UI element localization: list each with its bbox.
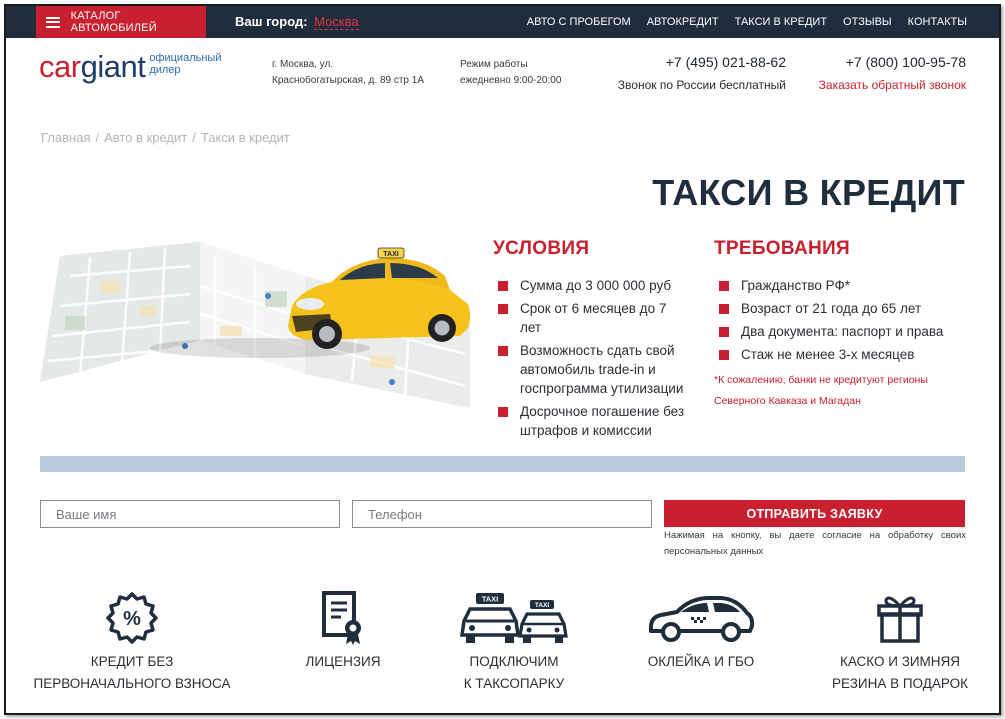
breadcrumb-separator: / bbox=[192, 130, 196, 145]
list-item: Стаж не менее 3-х месяцев bbox=[717, 345, 967, 364]
menu-icon bbox=[46, 16, 60, 28]
breadcrumb-current: Такси в кредит bbox=[200, 130, 290, 145]
callback-link[interactable]: Заказать обратный звонок bbox=[806, 78, 966, 92]
percent-badge-icon: % bbox=[32, 588, 232, 648]
region-note: *К сожалению, банки не кредитуют регионы… bbox=[714, 374, 928, 407]
list-item: Возраст от 21 года до 65 лет bbox=[717, 299, 967, 318]
logo-giant-text: giant bbox=[80, 49, 146, 84]
name-input[interactable] bbox=[40, 500, 340, 528]
logo-car-text: car bbox=[39, 49, 81, 84]
feature-no-down-payment: % КРЕДИТ БЕЗ ПЕРВОНАЧАЛЬНОГО ВЗНОСА bbox=[32, 588, 232, 695]
catalog-button[interactable]: КАТАЛОГ АВТОМОБИЛЕЙ bbox=[36, 6, 206, 38]
address-line-1: г. Москва, ул. bbox=[272, 59, 334, 70]
phone-block-2: +7 (800) 100-95-78 Заказать обратный зво… bbox=[806, 52, 966, 92]
nav-item-taxi-loan[interactable]: ТАКСИ В КРЕДИТ bbox=[735, 16, 827, 28]
catalog-label: КАТАЛОГ АВТОМОБИЛЕЙ bbox=[70, 10, 157, 34]
city-prefix: Ваш город: bbox=[235, 14, 308, 29]
list-item: Два документа: паспорт и права bbox=[717, 322, 967, 341]
feature-label-line-2: РЕЗИНА В ПОДАРОК bbox=[832, 676, 968, 691]
breadcrumb-home[interactable]: Главная bbox=[41, 130, 90, 145]
page-frame: КАТАЛОГ АВТОМОБИЛЕЙ Ваш город: Москва АВ… bbox=[4, 4, 1001, 715]
hours-line-2: ежедневно 9:00-20:00 bbox=[460, 75, 562, 86]
hours-line-1: Режим работы bbox=[460, 59, 528, 70]
phone-1-caption: Звонок по России бесплатный bbox=[617, 78, 786, 92]
phone-number-1[interactable]: +7 (495) 021-88-62 bbox=[616, 52, 786, 72]
license-certificate-icon bbox=[283, 588, 403, 648]
feature-label-line-2: К ТАКСОПАРКУ bbox=[463, 676, 565, 691]
nav-item-reviews[interactable]: ОТЗЫВЫ bbox=[843, 16, 892, 28]
city-link[interactable]: Москва bbox=[314, 14, 359, 30]
submit-application-button[interactable]: ОТПРАВИТЬ ЗАЯВКУ bbox=[664, 500, 965, 527]
city-selector: Ваш город: Москва bbox=[235, 14, 359, 30]
feature-label-line-1: ПОДКЛЮЧИМ bbox=[469, 654, 559, 669]
list-item: Досрочное погашение без штрафов и комисс… bbox=[496, 402, 691, 440]
requirements-title: ТРЕБОВАНИЯ bbox=[714, 238, 850, 259]
feature-label-line-2: ПЕРВОНАЧАЛЬНОГО ВЗНОСА bbox=[33, 676, 231, 691]
list-item: Сумма до 3 000 000 руб bbox=[496, 276, 691, 295]
top-nav-bar: КАТАЛОГ АВТОМОБИЛЕЙ Ваш город: Москва АВ… bbox=[6, 6, 999, 38]
feature-wrap-gbo: ОКЛЕЙКА И ГБО bbox=[636, 588, 766, 673]
taxi-sign-text-small: TAXI bbox=[535, 602, 550, 609]
feature-label-line-1: ОКЛЕЙКА И ГБО bbox=[647, 654, 755, 669]
svg-text:%: % bbox=[123, 608, 141, 630]
logo-sub-line-2: дилер bbox=[149, 64, 181, 76]
breadcrumb: Главная / Авто в кредит / Такси в кредит bbox=[41, 130, 290, 145]
address-line-2: Краснобогатырская, д. 89 стр 1А bbox=[272, 75, 424, 86]
page-title: ТАКСИ В КРЕДИТ bbox=[652, 172, 965, 213]
feature-casco-tires: КАСКО И ЗИМНЯЯ РЕЗИНА В ПОДАРОК bbox=[820, 588, 980, 695]
taxi-sign-text-large: TAXI bbox=[482, 595, 499, 604]
main-nav: АВТО С ПРОБЕГОМ АВТОКРЕДИТ ТАКСИ В КРЕДИ… bbox=[527, 16, 967, 28]
phone-number-2[interactable]: +7 (800) 100-95-78 bbox=[806, 52, 966, 72]
conditions-list: Сумма до 3 000 000 руб Срок от 6 месяцев… bbox=[496, 276, 691, 444]
divider-bar bbox=[40, 456, 965, 472]
logo-sub-line-1: официальный bbox=[149, 52, 222, 64]
list-item: Срок от 6 месяцев до 7 лет bbox=[496, 299, 691, 337]
site-logo[interactable]: car giant официальный дилер bbox=[39, 51, 221, 82]
feature-label-line-1: КАСКО И ЗИМНЯЯ bbox=[839, 654, 961, 669]
list-item: Возможность сдать свой автомобиль trade-… bbox=[496, 341, 691, 398]
yellow-taxi-car-image: TAXI bbox=[288, 247, 470, 349]
taxi-on-map-illustration: TAXI bbox=[40, 242, 470, 408]
nav-item-car-loan[interactable]: АВТОКРЕДИТ bbox=[647, 16, 719, 28]
nav-item-used-cars[interactable]: АВТО С ПРОБЕГОМ bbox=[527, 16, 631, 28]
nav-item-contacts[interactable]: КОНТАКТЫ bbox=[908, 16, 967, 28]
feature-taxi-fleet: TAXI TAXI ПОДКЛЮЧИМ К ТАКСОПАРКУ bbox=[439, 588, 589, 695]
feature-label-line-1: КРЕДИТ БЕЗ bbox=[90, 654, 174, 669]
conditions-title: УСЛОВИЯ bbox=[493, 238, 590, 259]
logo-subtitle: официальный дилер bbox=[149, 52, 221, 76]
taxi-cars-icon: TAXI TAXI bbox=[439, 588, 589, 648]
phone-block-1: +7 (495) 021-88-62 Звонок по России бесп… bbox=[616, 52, 786, 92]
working-hours: Режим работы ежедневно 9:00-20:00 bbox=[460, 57, 561, 89]
breadcrumb-car-loan[interactable]: Авто в кредит bbox=[104, 130, 187, 145]
consent-text: Нажимая на кнопку, вы даете согласие на … bbox=[664, 530, 966, 557]
feature-license: ЛИЦЕНЗИЯ bbox=[283, 588, 403, 673]
gift-box-icon bbox=[820, 588, 980, 648]
car-wrap-icon bbox=[636, 588, 766, 648]
phone-input[interactable] bbox=[352, 500, 652, 528]
address: г. Москва, ул. Краснобогатырская, д. 89 … bbox=[272, 57, 424, 89]
list-item: Гражданство РФ* bbox=[717, 276, 967, 295]
requirements-list: Гражданство РФ* Возраст от 21 года до 65… bbox=[717, 276, 967, 368]
taxi-roof-sign-text: TAXI bbox=[383, 251, 398, 258]
feature-label-line-1: ЛИЦЕНЗИЯ bbox=[305, 654, 381, 669]
breadcrumb-separator: / bbox=[95, 130, 100, 145]
